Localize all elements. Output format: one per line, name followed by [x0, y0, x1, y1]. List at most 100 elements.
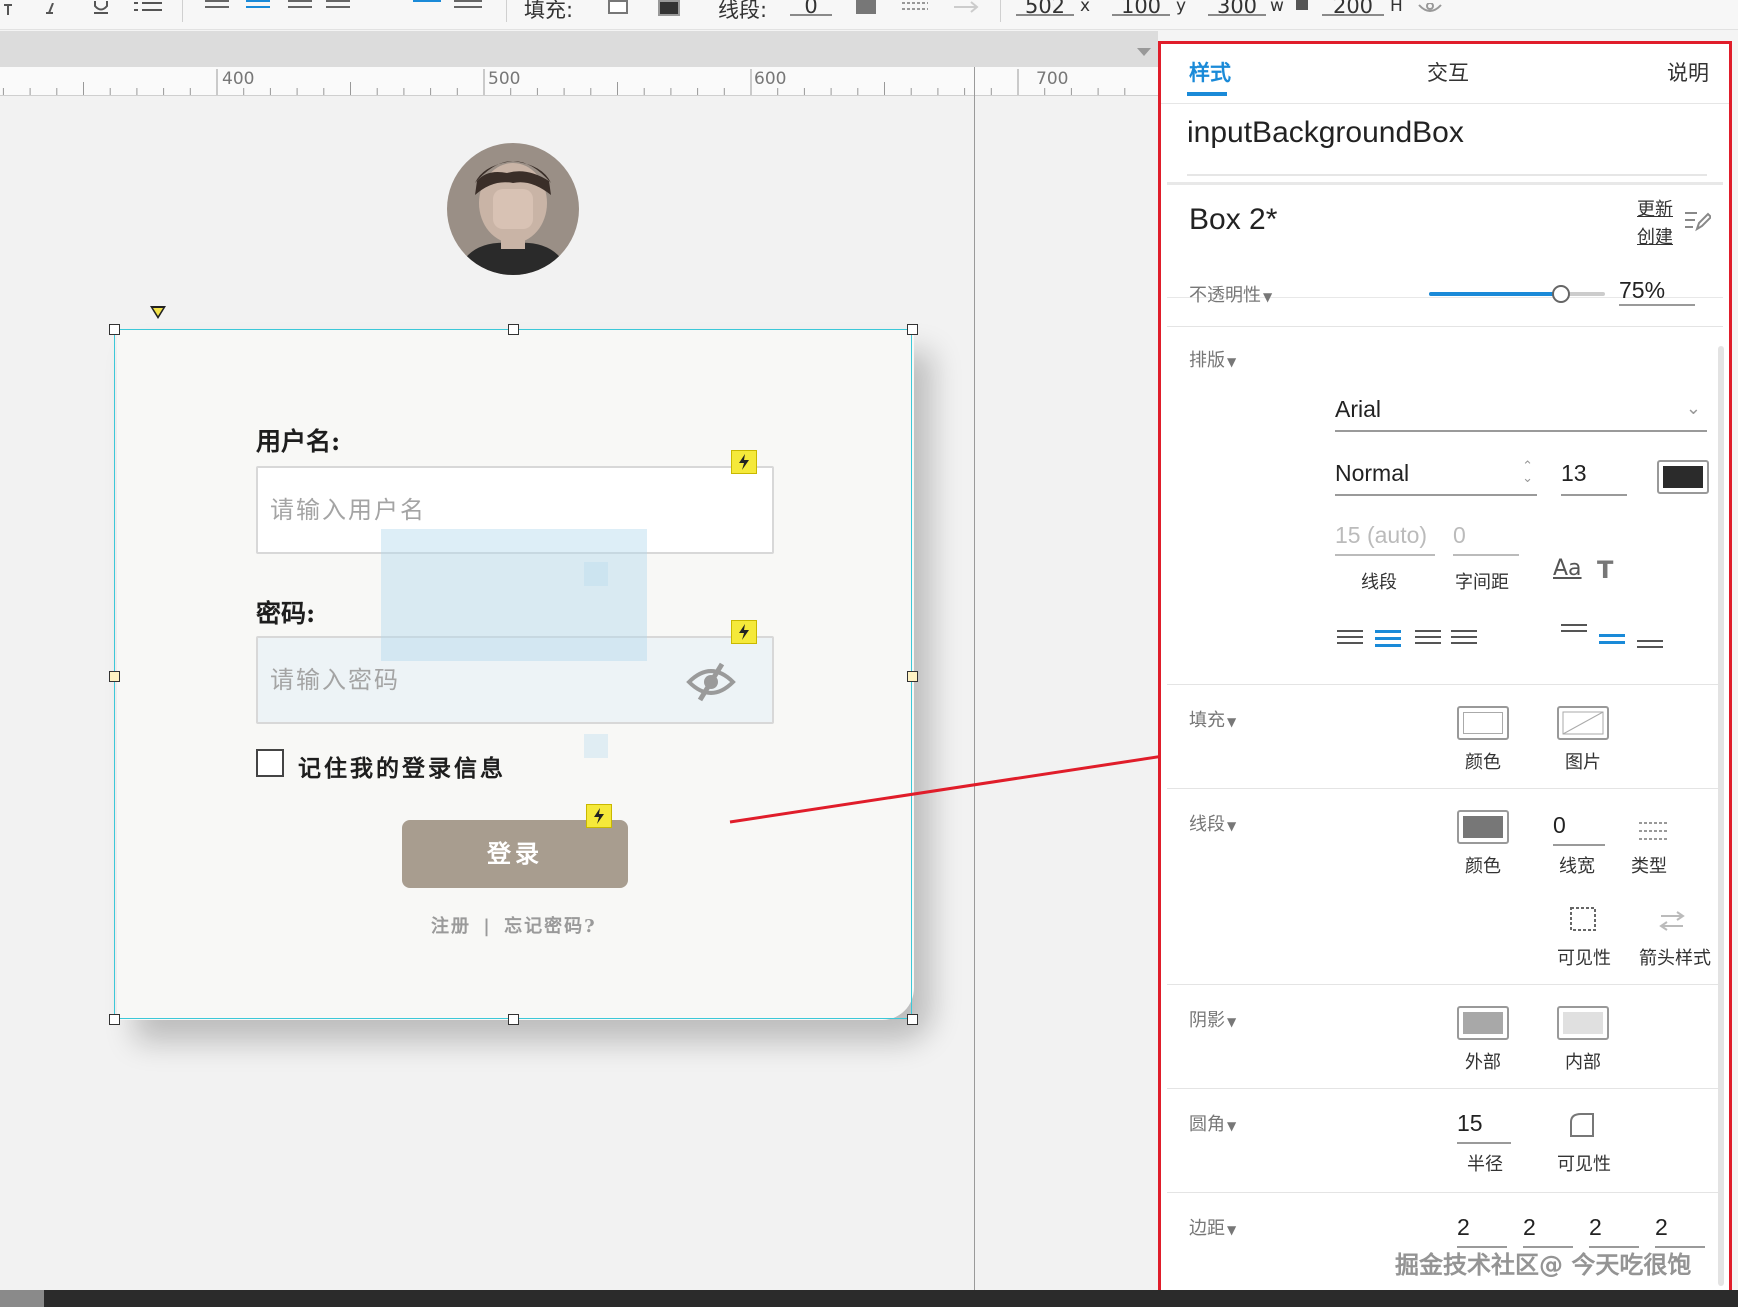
input-background-marker[interactable]	[584, 734, 608, 758]
border-type-icon[interactable]	[1639, 820, 1667, 846]
border-color-swatch[interactable]	[1457, 810, 1509, 844]
arrow-style-icon[interactable]	[954, 0, 980, 20]
panel-scrollbar[interactable]	[1718, 346, 1724, 1286]
align-center-icon[interactable]	[246, 0, 270, 20]
caret-down-icon: ▼	[1227, 819, 1237, 833]
font-color-fill	[1663, 466, 1703, 488]
align-left-icon[interactable]	[1337, 630, 1363, 648]
line-height-field[interactable]: 15 (auto)	[1335, 522, 1435, 556]
text-case-icon[interactable]: Aa	[1553, 556, 1582, 581]
interaction-bolt-icon[interactable]	[731, 620, 757, 644]
resize-handle-top-left[interactable]	[109, 324, 120, 335]
corner-visibility-icon[interactable]	[1569, 1112, 1595, 1142]
strike-icon[interactable]	[2, 0, 14, 20]
padding-right-field[interactable]: 2	[1589, 1214, 1639, 1248]
padding-label[interactable]: 边距 ▼	[1189, 1214, 1236, 1240]
style-panel: 样式 交互 说明 inputBackgroundBox Box 2* 更新 创建…	[1158, 41, 1732, 1294]
tab-notes[interactable]: 说明	[1667, 57, 1709, 87]
guide-line[interactable]	[974, 67, 975, 1290]
create-style-link[interactable]: 创建	[1637, 223, 1673, 249]
edit-style-icon[interactable]	[1683, 209, 1713, 237]
typography-label-text: 排版	[1189, 350, 1225, 371]
update-style-link[interactable]: 更新	[1637, 195, 1673, 221]
x-position-field[interactable]: 502	[1016, 0, 1074, 18]
element-name-field[interactable]: inputBackgroundBox	[1187, 116, 1707, 176]
align-center-icon[interactable]	[1375, 630, 1401, 651]
font-family-select[interactable]: Arial ⌄	[1335, 396, 1707, 432]
border-label[interactable]: 线段 ▼	[1189, 810, 1236, 836]
register-link[interactable]: 注册	[431, 916, 471, 937]
valign-bottom-icon[interactable]	[454, 0, 482, 20]
style-name[interactable]: Box 2*	[1189, 203, 1277, 237]
visibility-eye-icon[interactable]	[1418, 0, 1442, 20]
resize-handle-bottom-center[interactable]	[508, 1014, 519, 1025]
remember-checkbox[interactable]	[256, 749, 284, 777]
login-button[interactable]: 登录	[402, 820, 628, 888]
resize-handle-middle-left[interactable]	[109, 671, 120, 682]
width-field[interactable]: 300	[1208, 0, 1266, 18]
line-color-swatch[interactable]	[856, 0, 876, 14]
fill-shadow-swatch[interactable]	[658, 0, 680, 16]
opacity-label[interactable]: 不透明性 ▼	[1189, 281, 1272, 307]
resize-handle-top-right[interactable]	[907, 324, 918, 335]
list-icon[interactable]	[134, 0, 164, 20]
corner-radius-field[interactable]: 15	[1457, 1110, 1511, 1144]
outer-shadow-swatch[interactable]	[1457, 1006, 1509, 1040]
hide-password-icon[interactable]	[686, 662, 736, 706]
valign-bottom-icon[interactable]	[1637, 640, 1663, 652]
align-right-icon[interactable]	[1415, 630, 1441, 648]
valign-middle-icon[interactable]	[1599, 634, 1625, 648]
line-width-field[interactable]: 0	[790, 0, 832, 18]
align-justify-icon[interactable]	[1451, 630, 1477, 648]
tab-style[interactable]: 样式	[1189, 57, 1231, 87]
font-color-swatch[interactable]	[1657, 460, 1709, 494]
tab-interaction[interactable]: 交互	[1427, 57, 1469, 87]
height-field[interactable]: 200	[1322, 0, 1384, 18]
padding-top-field[interactable]: 2	[1523, 1214, 1573, 1248]
lock-ratio-icon[interactable]	[1296, 0, 1308, 10]
align-justify-icon[interactable]	[326, 0, 350, 20]
align-left-icon[interactable]	[205, 0, 229, 20]
avatar[interactable]	[447, 143, 579, 275]
padding-left-field[interactable]: 2	[1457, 1214, 1507, 1248]
interaction-bolt-icon[interactable]	[586, 804, 612, 828]
border-width-field[interactable]: 0	[1553, 812, 1605, 846]
interaction-bolt-icon[interactable]	[731, 450, 757, 474]
inner-shadow-swatch[interactable]	[1557, 1006, 1609, 1040]
resize-handle-middle-right[interactable]	[907, 671, 918, 682]
shadow-label[interactable]: 阴影 ▼	[1189, 1006, 1236, 1032]
fill-color-swatch[interactable]	[608, 0, 628, 14]
font-size-field[interactable]: 13	[1561, 460, 1627, 496]
underline-icon[interactable]	[92, 0, 110, 20]
letter-spacing-field[interactable]: 0	[1453, 522, 1519, 556]
font-weight-select[interactable]: Normal ⌃ ⌄	[1335, 459, 1537, 496]
align-right-icon[interactable]	[288, 0, 312, 20]
opacity-slider-knob[interactable]	[1552, 285, 1570, 303]
fill-image-swatch[interactable]	[1557, 706, 1609, 740]
border-visibility-icon[interactable]	[1569, 906, 1597, 936]
resize-handle-bottom-right[interactable]	[907, 1014, 918, 1025]
border-width-caption: 线宽	[1559, 856, 1595, 877]
fill-label[interactable]: 填充 ▼	[1189, 706, 1236, 732]
taskbar-start[interactable]	[0, 1290, 44, 1307]
padding-bottom-field[interactable]: 2	[1655, 1214, 1705, 1248]
italic-icon[interactable]	[44, 0, 58, 20]
y-position-field[interactable]: 100	[1112, 0, 1170, 18]
resize-handle-top-center[interactable]	[508, 324, 519, 335]
valign-top-icon[interactable]	[1561, 624, 1587, 636]
line-style-icon[interactable]	[902, 0, 928, 20]
fill-color-swatch[interactable]	[1457, 706, 1509, 740]
arrow-style-icon[interactable]	[1657, 910, 1687, 936]
input-background-box[interactable]	[381, 529, 647, 661]
resize-handle-bottom-left[interactable]	[109, 1014, 120, 1025]
forgot-password-link[interactable]: 忘记密码?	[504, 916, 597, 937]
corner-label[interactable]: 圆角 ▼	[1189, 1110, 1236, 1136]
input-background-marker[interactable]	[584, 562, 608, 586]
dropdown-arrow-icon[interactable]	[1137, 48, 1151, 56]
text-shadow-icon[interactable]: T	[1597, 556, 1613, 584]
anchor-marker-icon[interactable]	[150, 306, 166, 319]
typography-label[interactable]: 排版 ▼	[1189, 346, 1236, 372]
opacity-value-field[interactable]: 75%	[1619, 277, 1695, 306]
valign-middle-icon[interactable]	[413, 0, 441, 20]
ruler-ticks	[2, 69, 1126, 95]
